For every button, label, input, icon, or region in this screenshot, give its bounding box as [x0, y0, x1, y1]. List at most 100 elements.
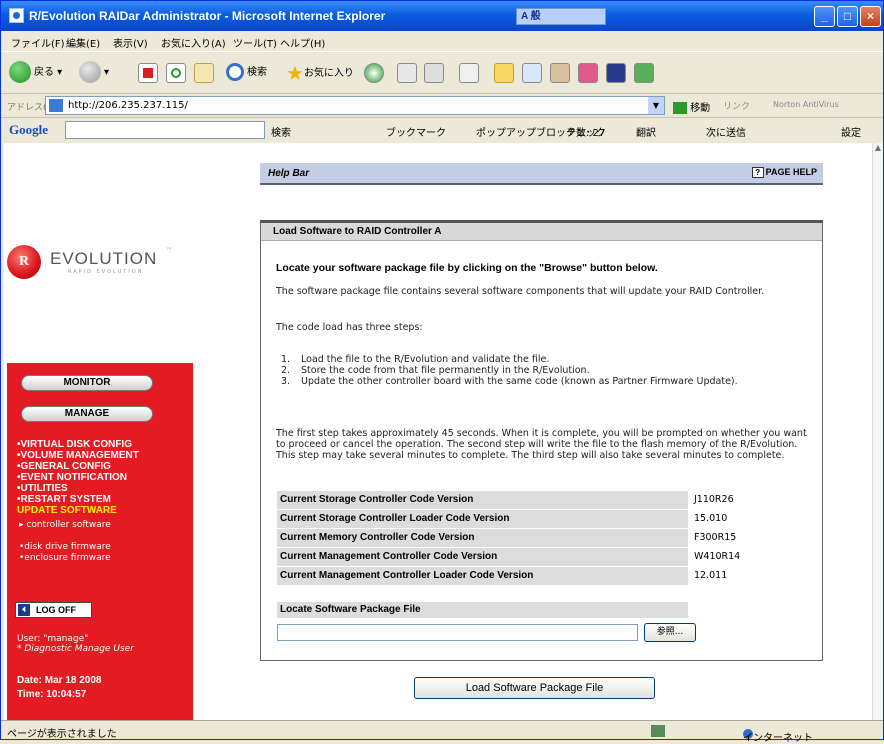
time-line: Time: 10:04:57 [17, 689, 87, 700]
sidebar: MONITOR MANAGE •VIRTUAL DISK CONFIG •VOL… [7, 363, 193, 720]
intro-text: The software package file contains sever… [276, 286, 765, 297]
nav-volume-management[interactable]: •VOLUME MANAGEMENT [17, 450, 139, 461]
version-value: F300R15 [694, 532, 737, 543]
menu-help[interactable]: ヘルプ(H) [280, 35, 325, 50]
media-icon[interactable] [606, 63, 626, 83]
version-label: Current Storage Controller Code Version [277, 491, 688, 509]
back-button[interactable]: 戻る ▾ [9, 60, 62, 86]
nav-restart-system[interactable]: •RESTART SYSTEM [17, 494, 111, 505]
favorites-heart-icon[interactable] [578, 63, 598, 83]
favorites-label: お気に入り [303, 68, 354, 79]
step-text: Load the file to the R/Evolution and val… [301, 354, 550, 365]
stop-icon[interactable] [138, 63, 158, 83]
instruction-text: Locate your software package file by cli… [276, 262, 658, 274]
nav-controller-software[interactable]: ▸ controller software [19, 520, 111, 530]
menu-file[interactable]: ファイル(F) [11, 35, 65, 50]
file-path-input[interactable] [277, 624, 638, 641]
step-number: 3. [281, 376, 291, 387]
edit-icon[interactable] [459, 63, 479, 83]
forward-button[interactable]: ▾ [79, 60, 109, 86]
browse-button[interactable]: 参照... [644, 623, 696, 642]
help-icon: ? [751, 167, 764, 179]
star-icon: ★ [286, 61, 304, 85]
nav-event-notification[interactable]: •EVENT NOTIFICATION [17, 472, 127, 483]
search-button[interactable]: 検索 [226, 60, 267, 86]
send-button[interactable]: 次に送信 [706, 124, 746, 139]
version-row: Current Management Controller Code Versi… [277, 548, 740, 566]
ime-text: A 般 [521, 11, 541, 22]
close-button[interactable]: × [860, 6, 881, 27]
locate-file-label: Locate Software Package File [277, 602, 688, 618]
menu-favorites[interactable]: お気に入り(A) [161, 35, 226, 50]
address-bar: アドレス(D) http://206.235.237.115/ ▼ 移動 リンク… [1, 93, 883, 117]
status-text: ページが表示されました [7, 729, 117, 740]
messenger-icon[interactable] [522, 63, 542, 83]
bookmarks-button[interactable]: ブックマーク [386, 124, 446, 139]
title-bar: R/Evolution RAIDar Administrator - Micro… [1, 1, 883, 31]
nav-update-software[interactable]: UPDATE SOFTWARE [17, 505, 117, 516]
minimize-button[interactable]: _ [814, 6, 835, 27]
print-icon[interactable] [424, 63, 444, 83]
nav-virtual-disk-config[interactable]: •VIRTUAL DISK CONFIG [17, 439, 132, 450]
user-line: User: "manage" [17, 634, 89, 644]
help-bar-title: Help Bar [268, 168, 310, 179]
nav-enclosure-firmware[interactable]: •enclosure firmware [19, 553, 111, 563]
timing-text: The first step takes approximately 45 se… [276, 428, 807, 461]
go-button[interactable]: 移動 [673, 99, 710, 114]
norton-label[interactable]: Norton AntiVirus [773, 100, 839, 109]
go-label: 移動 [690, 103, 711, 114]
ime-toolbar[interactable]: A 般 [516, 8, 606, 25]
standard-toolbar: 戻る ▾ ▾ 検索 ★お気に入り [1, 51, 883, 93]
manage-button[interactable]: MANAGE [21, 406, 153, 422]
nav-general-config[interactable]: •GENERAL CONFIG [17, 461, 111, 472]
nav-utilities[interactable]: •UTILITIES [17, 483, 68, 494]
toolbar-extra-icon[interactable] [634, 63, 654, 83]
help-bar: Help Bar ? PAGE HELP [260, 163, 823, 185]
menu-edit[interactable]: 編集(E) [66, 35, 100, 50]
settings-button[interactable]: 設定 [841, 124, 861, 139]
version-row: Current Storage Controller Loader Code V… [277, 510, 727, 528]
panel-title: Load Software to RAID Controller A [261, 223, 822, 241]
version-value: 12.011 [694, 570, 728, 581]
steps-list: 1. Load the file to the R/Evolution and v… [281, 354, 801, 387]
page-icon [49, 99, 63, 112]
status-zone-icon [651, 725, 665, 737]
version-value: W410R14 [694, 551, 741, 562]
address-input[interactable]: http://206.235.237.115/ ▼ [45, 96, 665, 115]
monitor-button[interactable]: MONITOR [21, 375, 153, 391]
address-dropdown-icon[interactable]: ▼ [648, 97, 664, 114]
logo-word: EVOLUTION [50, 249, 158, 268]
search-label: 検索 [247, 67, 267, 78]
nav-disk-drive-firmware[interactable]: •disk drive firmware [19, 542, 111, 552]
go-arrow-icon [673, 102, 687, 114]
status-bar: ページが表示されました インターネット [1, 720, 883, 744]
google-search-input[interactable] [65, 121, 265, 139]
version-table: Current Storage Controller Code Version J… [277, 491, 740, 586]
scroll-up-icon[interactable]: ▲ [873, 143, 883, 152]
logoff-button[interactable]: ⏴ LOG OFF [15, 602, 92, 618]
menu-view[interactable]: 表示(V) [113, 35, 148, 50]
menu-tools[interactable]: ツール(T) [233, 35, 277, 50]
version-label: Current Storage Controller Loader Code V… [277, 510, 688, 528]
google-search-button[interactable]: 検索 [271, 124, 291, 139]
favorites-button[interactable]: ★お気に入り [286, 60, 354, 86]
research-icon[interactable] [550, 63, 570, 83]
search-icon [226, 63, 244, 81]
translate-button[interactable]: 翻訳 [636, 124, 656, 139]
mail-icon[interactable] [397, 63, 417, 83]
home-icon[interactable] [194, 63, 214, 83]
maximize-button[interactable]: □ [837, 6, 858, 27]
page-help-button[interactable]: ? PAGE HELP [751, 167, 817, 179]
history-icon[interactable] [364, 63, 384, 83]
version-row: Current Management Controller Loader Cod… [277, 567, 727, 585]
page-help-label: PAGE HELP [765, 167, 817, 177]
version-row: Current Storage Controller Code Version J… [277, 491, 734, 509]
vertical-scrollbar[interactable]: ▲ [872, 143, 883, 720]
address-url: http://206.235.237.115/ [68, 100, 188, 111]
links-label[interactable]: リンク [723, 99, 750, 112]
load-software-button[interactable]: Load Software Package File [414, 677, 655, 699]
check-button[interactable]: チェック [566, 124, 606, 139]
folder-icon[interactable] [494, 63, 514, 83]
page-content: R EVOLUTION ™ RAPID EVOLUTION MONITOR MA… [4, 143, 872, 720]
refresh-icon[interactable] [166, 63, 186, 83]
